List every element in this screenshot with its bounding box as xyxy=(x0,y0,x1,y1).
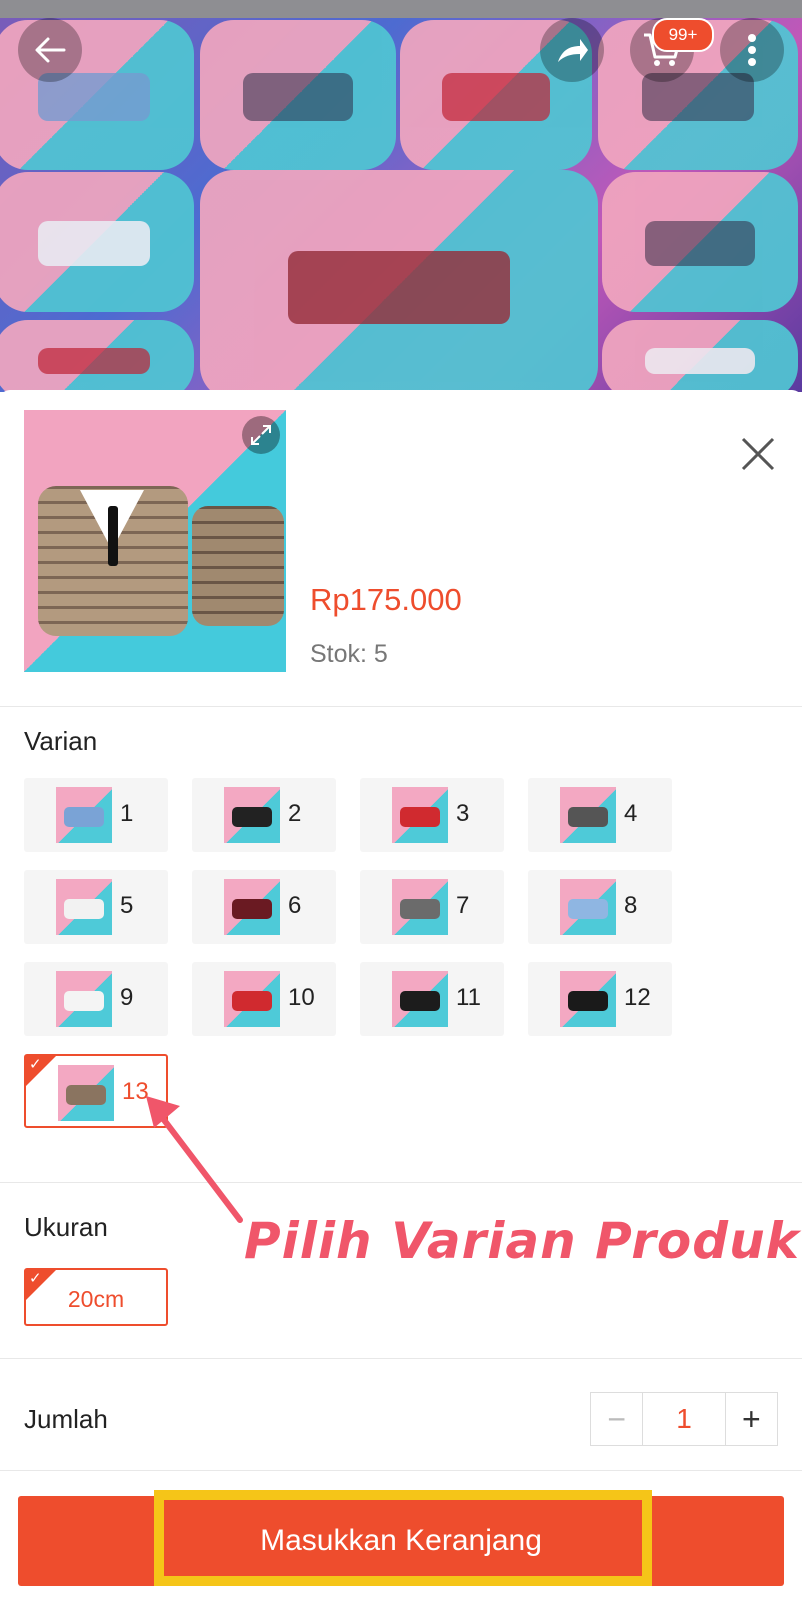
bg-tile xyxy=(602,320,798,392)
bg-tile xyxy=(0,320,194,392)
size-option-20cm[interactable]: ✓ 20cm xyxy=(24,1268,168,1326)
variant-section-label: Varian xyxy=(24,726,98,756)
variant-thumbnail xyxy=(56,787,112,843)
expand-icon[interactable] xyxy=(242,416,280,454)
variant-option-3[interactable]: 3 xyxy=(360,778,504,852)
more-vertical-icon[interactable] xyxy=(720,18,784,82)
variant-selector-sheet: Rp175.000 Stok: 5 Varian 1 2 3 4 5 6 7 8 9 10 11 12… xyxy=(0,390,802,1600)
variant-label: 12 xyxy=(624,984,651,1011)
variant-option-4[interactable]: 4 xyxy=(528,778,672,852)
stock-count: Stok: 5 xyxy=(310,640,388,668)
variant-option-12[interactable]: 12 xyxy=(528,962,672,1036)
variant-label: 5 xyxy=(120,892,134,919)
status-bar xyxy=(0,0,802,18)
variant-label: 1 xyxy=(120,800,134,827)
variant-thumbnail xyxy=(56,879,112,935)
variant-label: 10 xyxy=(288,984,315,1011)
annotation-arrow-icon xyxy=(146,1096,243,1223)
pants-shape xyxy=(192,506,284,626)
check-icon: ✓ xyxy=(29,1270,42,1287)
bg-tile xyxy=(0,172,194,312)
bg-tile xyxy=(200,170,598,392)
variant-label: 11 xyxy=(456,984,481,1011)
variant-option-9[interactable]: 9 xyxy=(24,962,168,1036)
highlight-frame xyxy=(154,1490,652,1586)
divider xyxy=(0,1182,802,1183)
quantity-decrease-button[interactable]: − xyxy=(591,1393,642,1445)
selected-variant-image[interactable] xyxy=(24,410,286,672)
quantity-stepper: − 1 + xyxy=(590,1392,778,1446)
cart-count-badge: 99+ xyxy=(652,18,714,52)
variant-option-7[interactable]: 7 xyxy=(360,870,504,944)
quantity-value[interactable]: 1 xyxy=(642,1393,724,1445)
variant-thumbnail xyxy=(560,879,616,935)
share-icon[interactable] xyxy=(540,18,604,82)
bg-tile xyxy=(602,172,798,312)
variant-thumbnail xyxy=(392,879,448,935)
variant-label: 4 xyxy=(624,800,638,827)
variant-thumbnail xyxy=(58,1065,114,1121)
divider xyxy=(0,1470,802,1471)
back-arrow-icon[interactable] xyxy=(18,18,82,82)
variant-label: 6 xyxy=(288,892,302,919)
variant-thumbnail xyxy=(224,879,280,935)
variant-thumbnail xyxy=(392,787,448,843)
variant-label: 9 xyxy=(120,984,134,1011)
variant-option-11[interactable]: 11 xyxy=(360,962,504,1036)
variant-option-8[interactable]: 8 xyxy=(528,870,672,944)
variant-label: 3 xyxy=(456,800,470,827)
variant-option-2[interactable]: 2 xyxy=(192,778,336,852)
variant-option-5[interactable]: 5 xyxy=(24,870,168,944)
annotation-text: Pilih Varian Produk xyxy=(244,1212,800,1270)
variant-option-6[interactable]: 6 xyxy=(192,870,336,944)
size-section-label: Ukuran xyxy=(24,1212,108,1242)
variant-thumbnail xyxy=(224,787,280,843)
variant-thumbnail xyxy=(392,971,448,1027)
variant-option-10[interactable]: 10 xyxy=(192,962,336,1036)
variant-label: 7 xyxy=(456,892,470,919)
divider xyxy=(0,1358,802,1359)
tie-shape xyxy=(108,506,118,566)
variant-thumbnail xyxy=(224,971,280,1027)
quantity-label: Jumlah xyxy=(24,1404,108,1434)
divider xyxy=(0,706,802,707)
size-option-label: 20cm xyxy=(67,1286,125,1312)
variant-label: 2 xyxy=(288,800,302,827)
check-icon: ✓ xyxy=(29,1056,42,1073)
product-image-background: 99+ xyxy=(0,0,802,392)
close-icon[interactable] xyxy=(736,432,780,476)
quantity-increase-button[interactable]: + xyxy=(724,1393,777,1445)
variant-label: 8 xyxy=(624,892,638,919)
variant-thumbnail xyxy=(560,787,616,843)
variant-thumbnail xyxy=(560,971,616,1027)
product-price: Rp175.000 xyxy=(310,582,462,617)
bg-tile xyxy=(200,20,396,170)
variant-option-1[interactable]: 1 xyxy=(24,778,168,852)
variant-thumbnail xyxy=(56,971,112,1027)
